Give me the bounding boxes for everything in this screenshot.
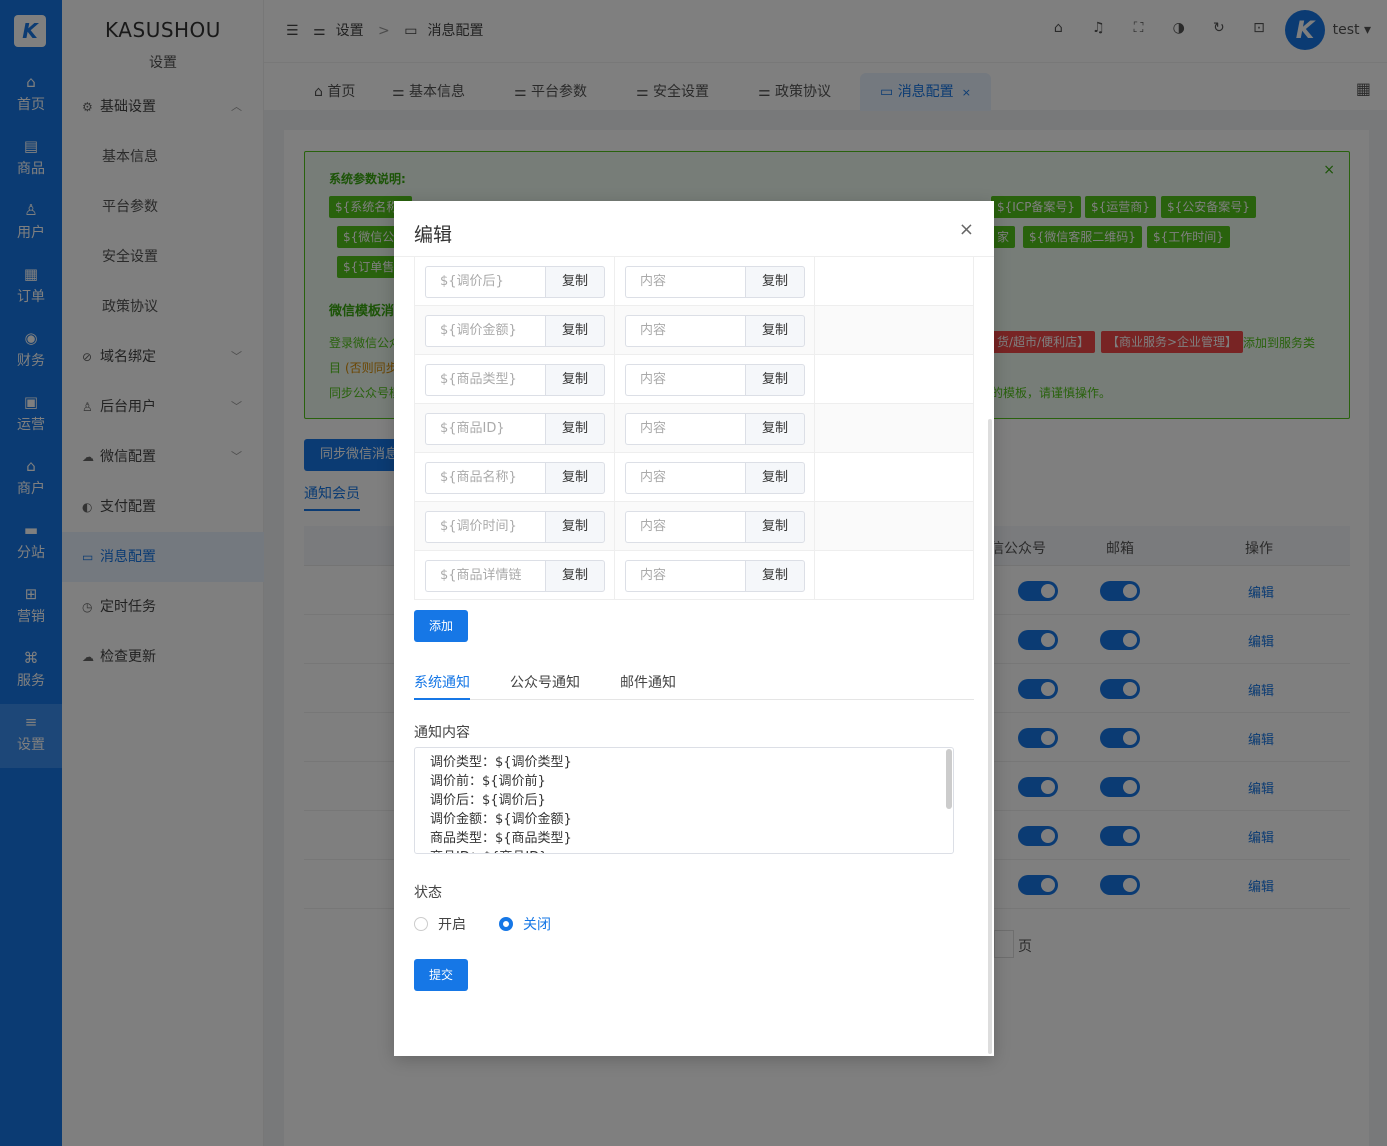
copy-variable-button[interactable]: 复制 <box>545 560 605 592</box>
variable-row: ${商品ID} 复制 内容 复制 <box>415 404 973 453</box>
content-line: 调价后：${调价后} <box>430 793 546 808</box>
content-line: 调价金额：${调价金额} <box>430 812 572 827</box>
variable-input[interactable]: ${调价金额} <box>425 315 545 347</box>
copy-content-button[interactable]: 复制 <box>745 315 805 347</box>
content-input[interactable]: 内容 <box>625 511 745 543</box>
cell-divider <box>614 257 615 306</box>
variable-row: ${商品名称} 复制 内容 复制 <box>415 453 973 502</box>
content-line: 商品类型：${商品类型} <box>430 831 572 846</box>
cell-divider <box>614 502 615 551</box>
cell-divider <box>614 306 615 355</box>
variable-row: ${商品详情链 复制 内容 复制 <box>415 551 973 600</box>
tab-wechat-notify[interactable]: 公众号通知 <box>510 672 580 700</box>
variable-input[interactable]: ${商品ID} <box>425 413 545 445</box>
cell-divider <box>614 453 615 502</box>
copy-variable-button[interactable]: 复制 <box>545 364 605 396</box>
copy-variable-button[interactable]: 复制 <box>545 315 605 347</box>
cell-divider <box>814 453 815 502</box>
variable-input[interactable]: ${调价后} <box>425 266 545 298</box>
add-button[interactable]: 添加 <box>414 610 469 642</box>
variable-row: ${调价后} 复制 内容 复制 <box>415 257 973 306</box>
copy-content-button[interactable]: 复制 <box>745 364 805 396</box>
content-input[interactable]: 内容 <box>625 560 745 592</box>
content-textarea[interactable]: 调价类型：${调价类型} 调价前：${调价前} 调价后：${调价后} 调价金额：${调… <box>414 747 954 854</box>
content-input[interactable]: 内容 <box>625 315 745 347</box>
dialog-title: 编辑 <box>414 224 453 246</box>
content-line: 调价前：${调价前} <box>430 774 546 789</box>
cell-divider <box>814 257 815 306</box>
content-line: 调价类型：${调价类型} <box>430 755 572 770</box>
cell-divider <box>814 551 815 600</box>
copy-content-button[interactable]: 复制 <box>745 462 805 494</box>
content-input[interactable]: 内容 <box>625 266 745 298</box>
cell-divider <box>814 355 815 404</box>
radio-circle <box>499 917 513 931</box>
copy-variable-button[interactable]: 复制 <box>545 266 605 298</box>
variable-input[interactable]: ${商品类型} <box>425 364 545 396</box>
copy-content-button[interactable]: 复制 <box>745 413 805 445</box>
variable-input[interactable]: ${调价时间} <box>425 511 545 543</box>
radio-label: 关闭 <box>523 917 551 933</box>
dialog-body: ${调价后} 复制 内容 复制 ${调价金额} 复制 内容 复制 ${商品类型} 复制 内容 复制 ${… <box>394 256 994 1056</box>
copy-content-button[interactable]: 复制 <box>745 560 805 592</box>
copy-variable-button[interactable]: 复制 <box>545 462 605 494</box>
dialog-scrollbar[interactable] <box>988 419 992 1054</box>
radio-circle <box>414 917 428 931</box>
variable-row: ${调价时间} 复制 内容 复制 <box>415 502 973 551</box>
variable-row: ${调价金额} 复制 内容 复制 <box>415 306 973 355</box>
content-input[interactable]: 内容 <box>625 364 745 396</box>
status-label: 状态 <box>414 885 442 901</box>
tab-system-notify[interactable]: 系统通知 <box>414 672 470 700</box>
status-on-radio[interactable]: 开启 <box>414 914 466 934</box>
tab-email-notify[interactable]: 邮件通知 <box>620 672 676 700</box>
copy-variable-button[interactable]: 复制 <box>545 511 605 543</box>
cell-divider <box>614 551 615 600</box>
submit-button[interactable]: 提交 <box>414 959 469 991</box>
cell-divider <box>814 404 815 453</box>
copy-content-button[interactable]: 复制 <box>745 511 805 543</box>
notify-tabs: 系统通知 公众号通知 邮件通知 <box>414 666 974 700</box>
cell-divider <box>814 502 815 551</box>
content-input[interactable]: 内容 <box>625 413 745 445</box>
variable-input[interactable]: ${商品详情链 <box>425 560 545 592</box>
variable-input[interactable]: ${商品名称} <box>425 462 545 494</box>
content-label: 通知内容 <box>414 725 470 741</box>
content-input[interactable]: 内容 <box>625 462 745 494</box>
copy-variable-button[interactable]: 复制 <box>545 413 605 445</box>
status-off-radio[interactable]: 关闭 <box>499 914 551 934</box>
variable-table: ${调价后} 复制 内容 复制 ${调价金额} 复制 内容 复制 ${商品类型} 复制 内容 复制 ${… <box>414 257 974 600</box>
content-line: 商品ID：${商品ID} <box>430 848 938 853</box>
cell-divider <box>814 306 815 355</box>
edit-dialog: 编辑 × ${调价后} 复制 内容 复制 ${调价金额} 复制 内容 复制 ${商品类型} 复制内… <box>394 201 994 1056</box>
copy-content-button[interactable]: 复制 <box>745 266 805 298</box>
variable-row: ${商品类型} 复制 内容 复制 <box>415 355 973 404</box>
cell-divider <box>614 355 615 404</box>
cell-divider <box>614 404 615 453</box>
close-icon[interactable]: × <box>959 219 974 240</box>
radio-label: 开启 <box>438 917 466 933</box>
textarea-scrollbar[interactable] <box>946 749 952 809</box>
